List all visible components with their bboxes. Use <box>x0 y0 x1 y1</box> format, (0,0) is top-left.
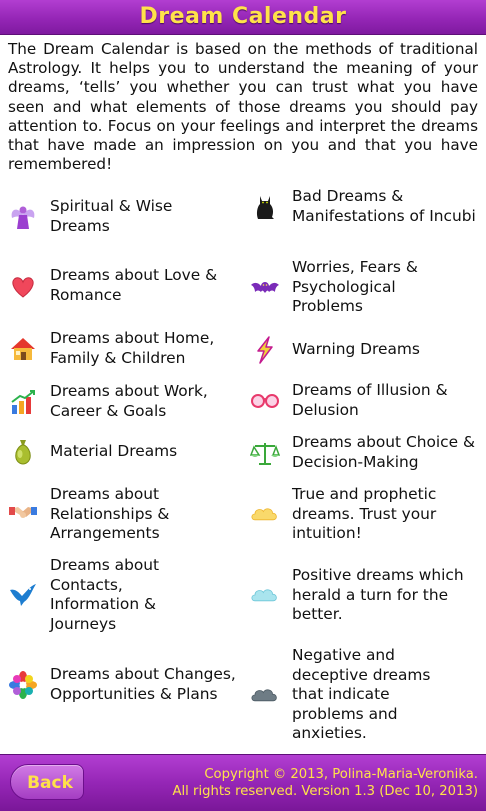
category-worries[interactable]: Worries, Fears & Psychological Problems <box>250 258 452 317</box>
category-choice[interactable]: Dreams about Choice & Decision-Making <box>250 433 482 472</box>
category-material[interactable]: Material Dreams <box>8 437 210 467</box>
copyright-line: Copyright © 2013, Polina-Maria-Veronika. <box>204 767 478 782</box>
bird-icon <box>8 580 38 610</box>
category-illusion[interactable]: Dreams of Illusion & Delusion <box>250 381 482 420</box>
category-label: Negative and deceptive dreams that indic… <box>292 646 431 742</box>
page-title: Dream Calendar <box>139 4 347 29</box>
category-positive[interactable]: Positive dreams which herald a turn for … <box>250 566 482 625</box>
category-warning[interactable]: Warning Dreams <box>250 335 482 365</box>
category-spiritual[interactable]: Spiritual & Wise Dreams <box>8 197 200 236</box>
house-icon <box>8 334 38 364</box>
glasses-icon <box>250 386 280 416</box>
lightning-icon <box>250 335 280 365</box>
category-label: Positive dreams which herald a turn for … <box>292 566 464 623</box>
category-label: Worries, Fears & Psychological Problems <box>292 258 418 315</box>
blue-cloud-icon <box>250 580 280 610</box>
category-label: Dreams about Choice & Decision-Making <box>292 433 475 471</box>
category-relationships[interactable]: Dreams about Relationships & Arrangement… <box>8 485 200 544</box>
golden-cloud-icon <box>250 499 280 529</box>
category-label: Material Dreams <box>50 442 178 461</box>
category-love[interactable]: Dreams about Love & Romance <box>8 266 240 305</box>
category-label: Dreams of Illusion & Delusion <box>292 381 448 419</box>
category-label: Dreams about Changes, Opportunities & Pl… <box>50 665 236 703</box>
chart-icon <box>8 387 38 417</box>
category-label: Spiritual & Wise Dreams <box>50 197 173 235</box>
angel-icon <box>8 202 38 232</box>
footer-bar: Back Copyright © 2013, Polina-Maria-Vero… <box>0 754 486 811</box>
header-bar: Dream Calendar <box>0 0 486 35</box>
intro-text: The Dream Calendar is based on the metho… <box>8 40 478 174</box>
category-label: True and prophetic dreams. Trust your in… <box>292 485 437 542</box>
version-line: All rights reserved. Version 1.3 (Dec 10… <box>172 784 479 799</box>
heart-icon <box>8 271 38 301</box>
bat-icon <box>250 272 280 302</box>
category-label: Dreams about Love & Romance <box>50 266 218 304</box>
money-bag-icon <box>8 437 38 467</box>
scales-icon <box>250 438 280 468</box>
category-work[interactable]: Dreams about Work, Career & Goals <box>8 382 240 421</box>
category-label: Dreams about Home, Family & Children <box>50 329 215 367</box>
category-label: Warning Dreams <box>292 340 420 359</box>
category-changes[interactable]: Dreams about Changes, Opportunities & Pl… <box>8 665 240 704</box>
category-home[interactable]: Dreams about Home, Family & Children <box>8 329 240 368</box>
flower-icon <box>8 670 38 700</box>
category-label: Dreams about Work, Career & Goals <box>50 382 208 420</box>
dark-cloud-icon <box>250 680 280 710</box>
cat-icon <box>250 192 280 222</box>
category-label: Dreams about Contacts, Information & Jou… <box>50 556 160 633</box>
category-contacts[interactable]: Dreams about Contacts, Information & Jou… <box>8 556 200 634</box>
category-prophetic[interactable]: True and prophetic dreams. Trust your in… <box>250 485 467 544</box>
category-negative[interactable]: Negative and deceptive dreams that indic… <box>250 646 442 744</box>
handshake-icon <box>8 499 38 529</box>
back-button[interactable]: Back <box>10 764 84 800</box>
copyright-text: Copyright © 2013, Polina-Maria-Veronika.… <box>173 766 479 800</box>
category-label: Dreams about Relationships & Arrangement… <box>50 485 170 542</box>
category-bad-dreams[interactable]: Bad Dreams & Manifestations of Incubi <box>250 187 482 226</box>
category-label: Bad Dreams & Manifestations of Incubi <box>292 187 476 225</box>
